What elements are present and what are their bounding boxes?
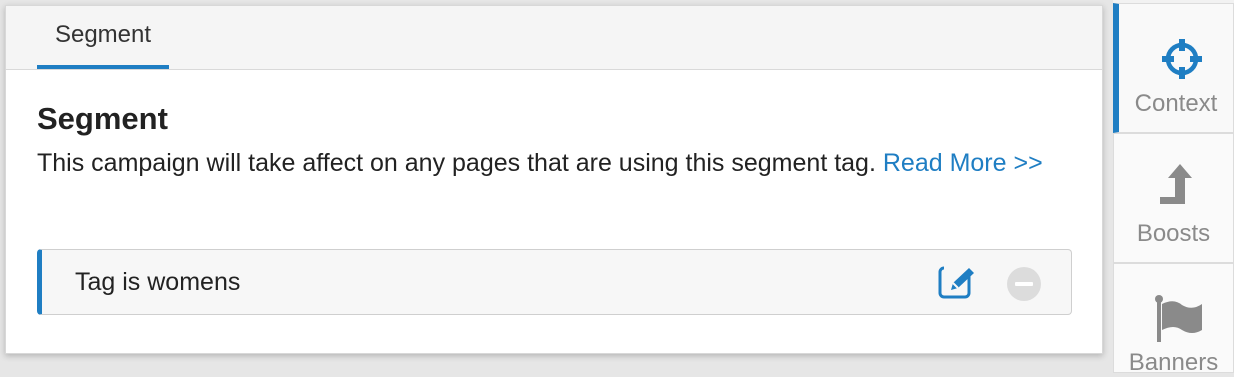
section-description: This campaign will take affect on any pa… [37, 145, 1072, 182]
tab-bar: Segment [6, 6, 1102, 70]
remove-icon[interactable] [1007, 267, 1041, 301]
side-nav-label-context: Context [1134, 90, 1218, 117]
side-nav-label-boosts: Boosts [1136, 220, 1211, 247]
tab-segment[interactable]: Segment [37, 6, 169, 69]
flag-icon [1154, 294, 1204, 349]
segment-section: Segment This campaign will take affect o… [37, 100, 1072, 182]
side-nav-item-boosts[interactable]: Boosts [1113, 133, 1234, 263]
boost-arrow-icon [1158, 162, 1194, 211]
side-nav-item-banners[interactable]: Banners [1113, 263, 1234, 376]
edit-icon[interactable] [938, 263, 982, 299]
read-more-link[interactable]: Read More >> [883, 149, 1043, 177]
tag-condition-label: Tag is womens [75, 268, 241, 296]
description-text: This campaign will take affect on any pa… [37, 149, 876, 177]
crosshair-icon [1160, 37, 1204, 86]
section-title: Segment [37, 101, 168, 136]
tag-condition-row: Tag is womens [37, 249, 1072, 315]
side-nav-label-banners: Banners [1128, 349, 1219, 376]
side-nav: Context Boosts Banners [1113, 0, 1234, 376]
side-nav-item-context[interactable]: Context [1113, 3, 1234, 133]
segment-panel: Segment Segment This campaign will take … [5, 5, 1103, 354]
